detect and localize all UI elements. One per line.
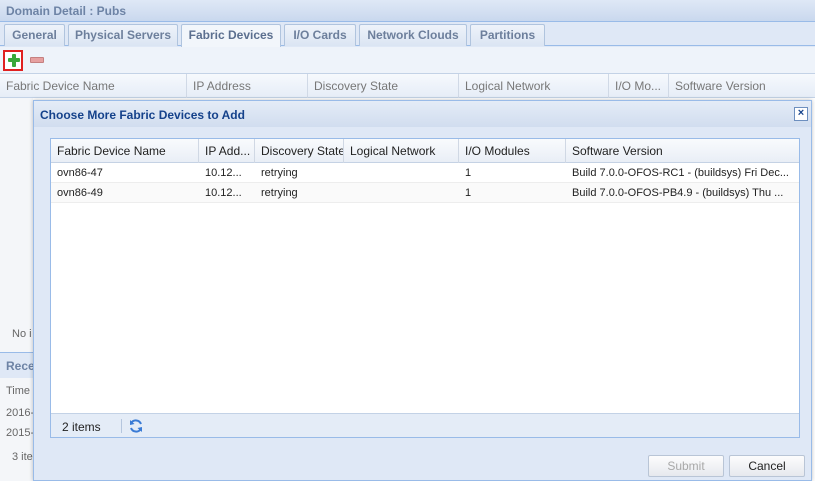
cell-logical-network bbox=[344, 163, 459, 183]
cell-io-modules: 1 bbox=[465, 187, 472, 199]
column-logical-network[interactable]: Logical Network bbox=[344, 139, 459, 163]
cell-device-name: ovn86-49 bbox=[57, 187, 103, 199]
tab-strip: General Physical Servers Fabric Devices … bbox=[0, 22, 815, 47]
item-count: 2 items bbox=[62, 420, 101, 434]
tab-fabric-devices[interactable]: Fabric Devices bbox=[181, 24, 281, 47]
tab-physical-servers[interactable]: Physical Servers bbox=[68, 24, 178, 46]
column-software-version[interactable]: Software Version bbox=[669, 74, 815, 98]
table-header: Fabric Device Name IP Add... Discovery S… bbox=[51, 139, 799, 163]
cell-logical-network bbox=[344, 183, 459, 203]
column-ip-address[interactable]: IP Address bbox=[187, 74, 308, 98]
cell-discovery-state: retrying bbox=[261, 187, 298, 199]
dialog-title: Choose More Fabric Devices to Add bbox=[40, 108, 245, 122]
cell-io-modules: 1 bbox=[465, 167, 472, 179]
toolbar bbox=[0, 47, 815, 74]
column-discovery-state[interactable]: Discovery State bbox=[255, 139, 344, 163]
cell-device-name: ovn86-47 bbox=[57, 167, 103, 179]
cell-discovery-state: retrying bbox=[261, 167, 298, 179]
footer-separator bbox=[121, 419, 122, 433]
background-panel-edge bbox=[0, 98, 33, 481]
cell-software-version: Build 7.0.0-OFOS-RC1 - (buildsys) Fri De… bbox=[572, 167, 789, 179]
dialog-header: Choose More Fabric Devices to Add × bbox=[34, 101, 811, 127]
column-discovery-state[interactable]: Discovery State bbox=[308, 74, 459, 98]
table-row[interactable]: ovn86-49 10.12... retrying 1 Build 7.0.0… bbox=[51, 183, 799, 203]
cell-ip-address: 10.12... bbox=[205, 167, 242, 179]
column-logical-network[interactable]: Logical Network bbox=[459, 74, 609, 98]
empty-grid-text: No i bbox=[12, 328, 32, 340]
remove-icon[interactable] bbox=[30, 57, 44, 63]
panel-title: Domain Detail : Pubs bbox=[6, 4, 127, 18]
fabric-devices-table: Fabric Device Name IP Add... Discovery S… bbox=[50, 138, 800, 438]
table-row[interactable]: ovn86-47 10.12... retrying 1 Build 7.0.0… bbox=[51, 163, 799, 183]
recent-events-title: Rece bbox=[6, 359, 35, 373]
recent-events-header: Rece bbox=[0, 352, 35, 378]
cell-ip-address: 10.12... bbox=[205, 187, 242, 199]
panel-title-bar: Domain Detail : Pubs bbox=[0, 0, 815, 22]
close-icon[interactable]: × bbox=[794, 107, 808, 121]
tab-partitions[interactable]: Partitions bbox=[470, 24, 545, 46]
column-ip-address[interactable]: IP Add... bbox=[199, 139, 255, 163]
choose-fabric-devices-dialog: Choose More Fabric Devices to Add × Fabr… bbox=[33, 100, 812, 481]
cancel-button[interactable]: Cancel bbox=[729, 455, 805, 477]
recent-row: 2015- bbox=[6, 427, 33, 439]
recent-column-time: Time bbox=[6, 385, 31, 397]
column-io-modules[interactable]: I/O Mo... bbox=[609, 74, 669, 98]
recent-row: 2016- bbox=[6, 407, 33, 419]
tab-io-cards[interactable]: I/O Cards bbox=[284, 24, 356, 46]
column-fabric-device-name[interactable]: Fabric Device Name bbox=[51, 139, 199, 163]
table-footer: 2 items bbox=[51, 413, 799, 437]
column-software-version[interactable]: Software Version bbox=[566, 139, 799, 163]
add-icon bbox=[8, 54, 20, 67]
cell-software-version: Build 7.0.0-OFOS-PB4.9 - (buildsys) Thu … bbox=[572, 187, 784, 199]
tab-general[interactable]: General bbox=[4, 24, 65, 46]
recent-count: 3 ite bbox=[12, 451, 33, 463]
column-io-modules[interactable]: I/O Modules bbox=[459, 139, 566, 163]
add-button[interactable] bbox=[3, 50, 23, 71]
tab-network-clouds[interactable]: Network Clouds bbox=[359, 24, 467, 46]
refresh-icon[interactable] bbox=[128, 418, 144, 434]
column-fabric-device-name[interactable]: Fabric Device Name bbox=[0, 74, 187, 98]
submit-button[interactable]: Submit bbox=[648, 455, 724, 477]
fabric-devices-grid-header: Fabric Device Name IP Address Discovery … bbox=[0, 74, 815, 98]
